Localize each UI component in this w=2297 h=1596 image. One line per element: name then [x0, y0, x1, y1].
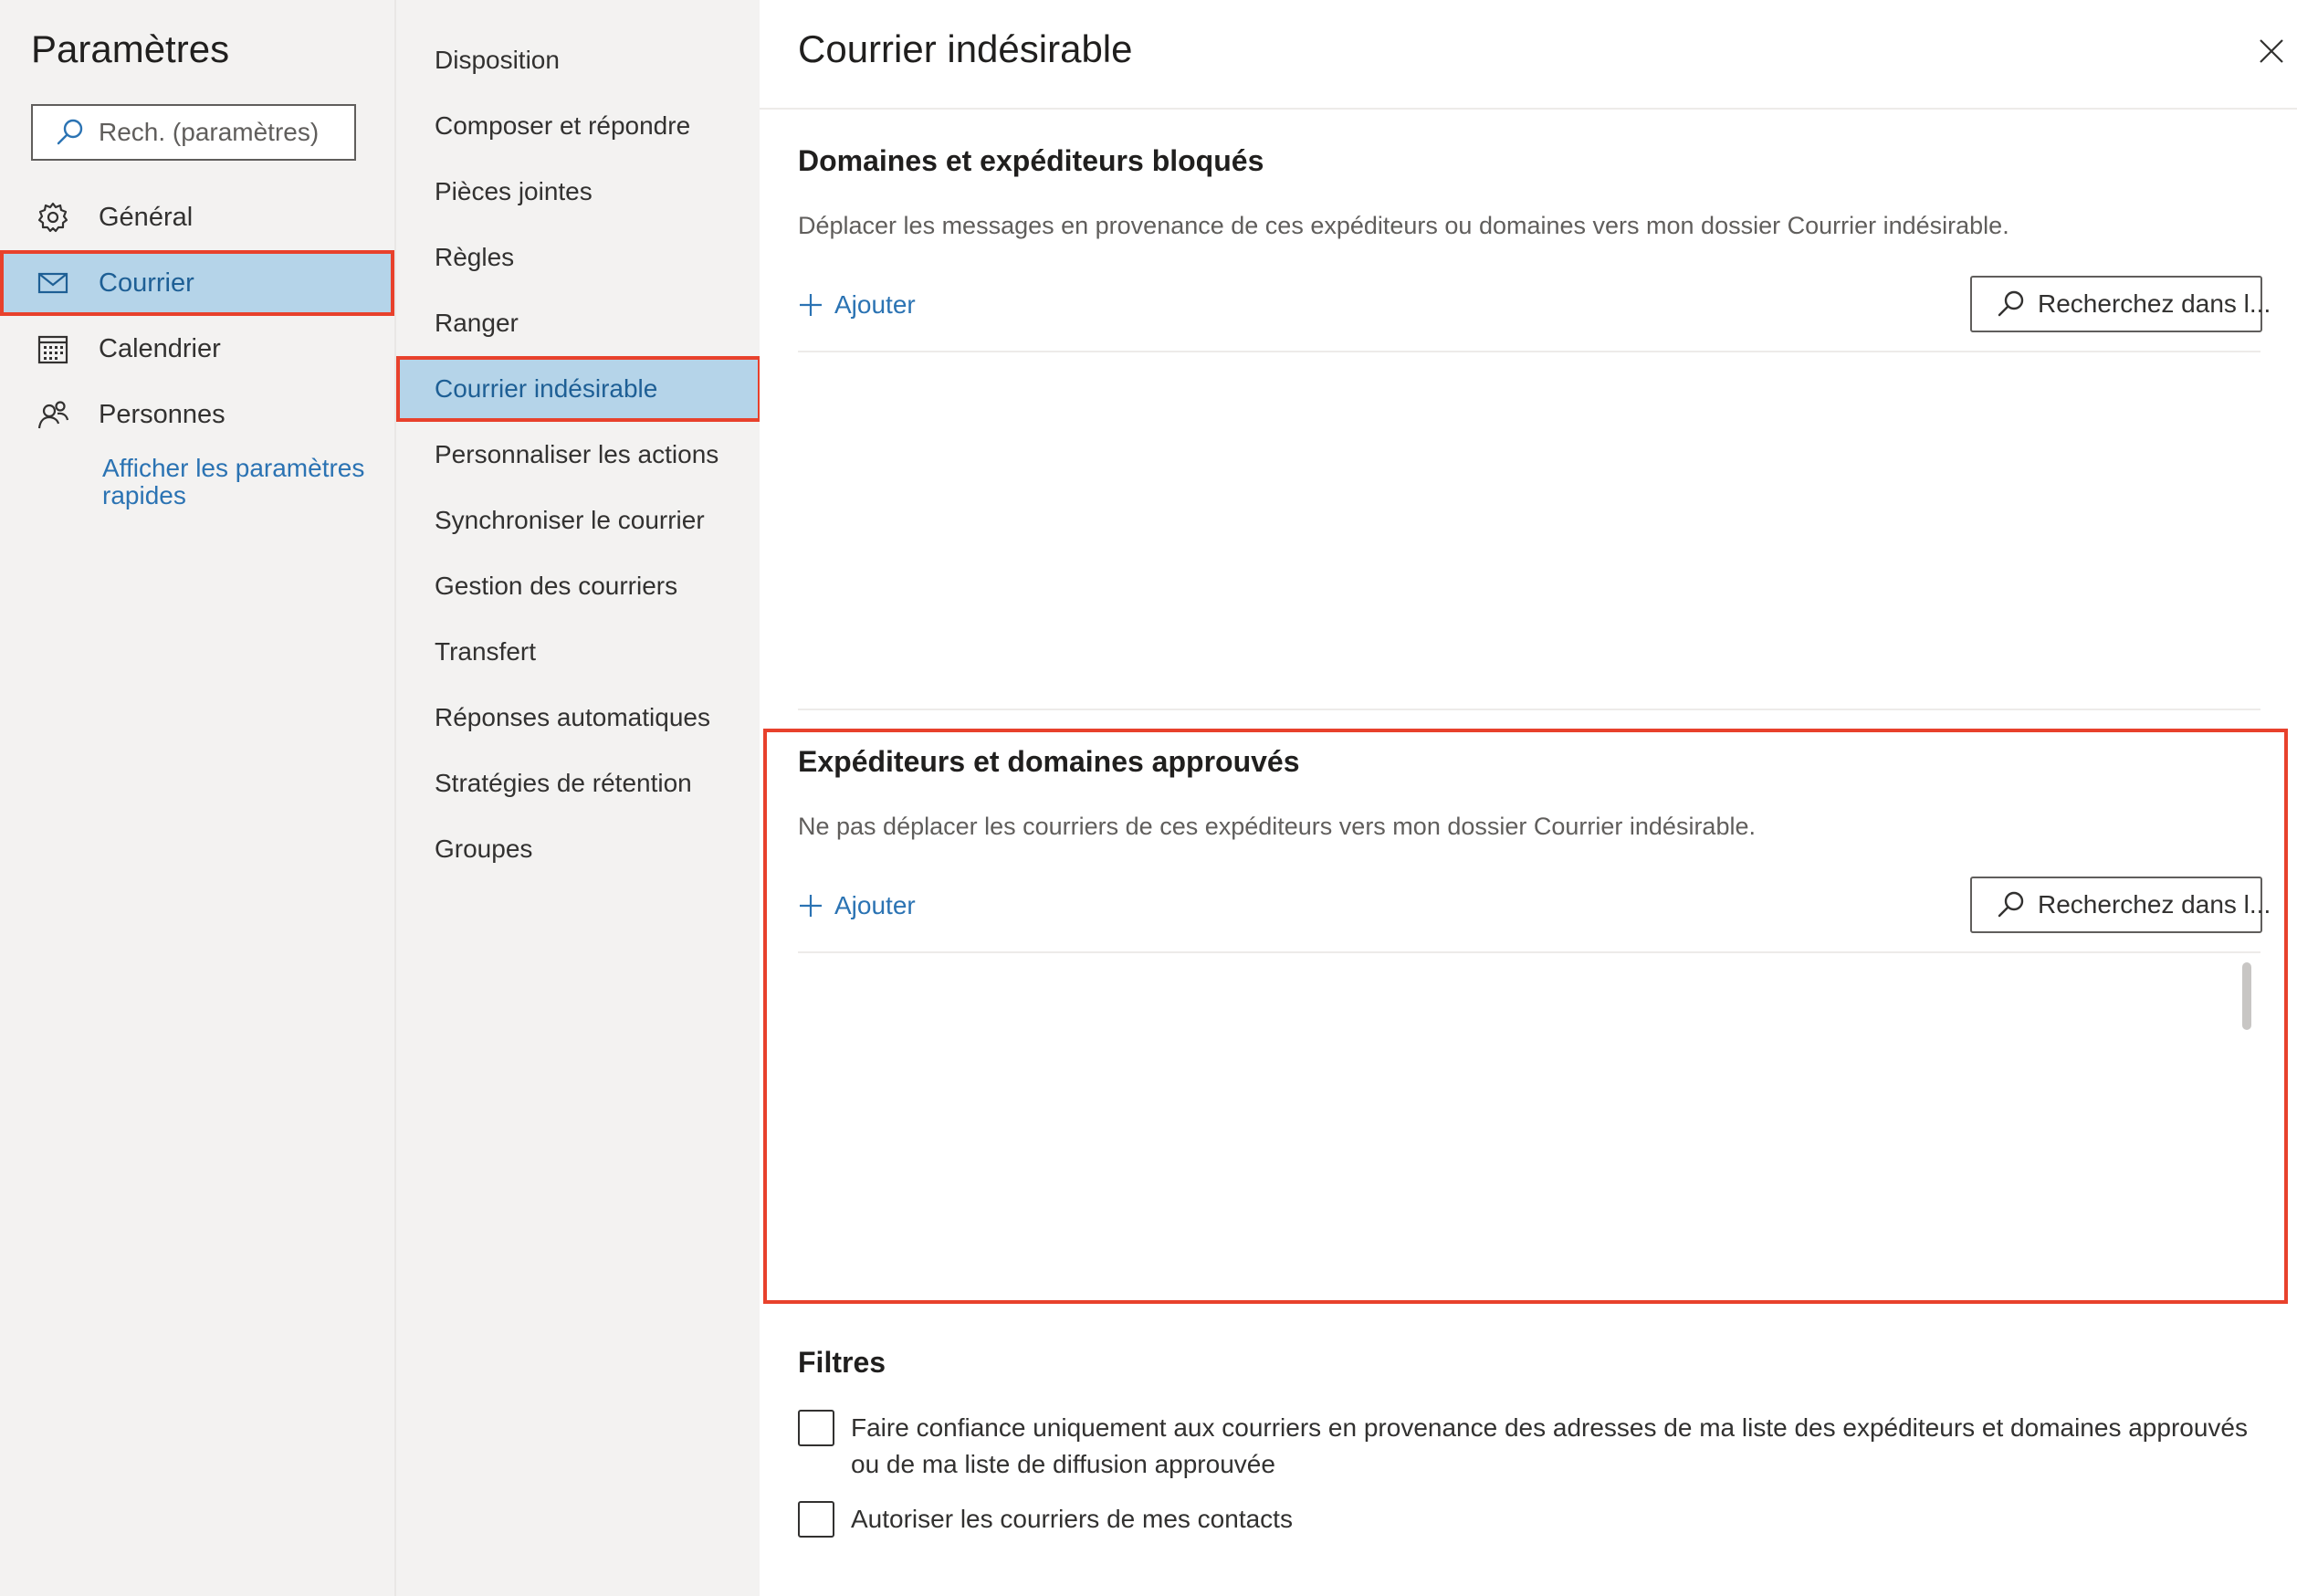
quick-settings-link[interactable]: Afficher les paramètres rapides [102, 455, 376, 509]
subnav-item-retention-policies[interactable]: Stratégies de rétention [396, 751, 761, 816]
add-safe-sender-button[interactable]: Ajouter [798, 886, 916, 926]
filter-option-safe-only[interactable]: Faire confiance uniquement aux courriers… [798, 1410, 2275, 1483]
subnav-item-groups[interactable]: Groupes [396, 816, 761, 882]
settings-search-input[interactable]: Rech. (paramètres) [31, 104, 356, 161]
list-item[interactable] [798, 1070, 2262, 1127]
add-button-label: Ajouter [834, 891, 916, 919]
sidebar-item-label: Personnes [99, 399, 226, 429]
subnav-item-forwarding[interactable]: Transfert [396, 619, 761, 685]
junk-email-panel: Courrier indésirable Domaines et expédit… [760, 0, 2297, 1596]
gear-icon [37, 202, 68, 233]
calendar-icon [37, 335, 68, 364]
blocked-list-search-input[interactable]: Recherchez dans l... [1970, 276, 2271, 332]
list-item[interactable] [798, 526, 2262, 583]
subnav-item-sync-email[interactable]: Synchroniser le courrier [396, 488, 761, 553]
subnav-item-rules[interactable]: Règles [396, 225, 761, 290]
safe-senders-description: Ne pas déplacer les courriers de ces exp… [798, 813, 1756, 840]
mail-settings-subnav: Disposition Composer et répondre Pièces … [394, 0, 761, 1596]
subnav-item-attachments[interactable]: Pièces jointes [396, 159, 761, 225]
list-item[interactable] [798, 356, 2262, 413]
search-icon [57, 119, 83, 145]
plus-icon [800, 895, 822, 917]
contacts-checkbox[interactable] [798, 1501, 834, 1538]
list-item[interactable] [798, 957, 2262, 1013]
plus-icon [800, 294, 822, 316]
mail-icon [37, 272, 68, 294]
list-item[interactable] [798, 413, 2262, 469]
add-blocked-sender-button[interactable]: Ajouter [798, 285, 916, 325]
subnav-item-layout[interactable]: Disposition [396, 27, 761, 93]
sidebar-item-calendar[interactable]: Calendrier [0, 316, 394, 382]
blocked-list-divider [798, 351, 2260, 352]
safe-list-search-input[interactable]: Recherchez dans l... [1970, 877, 2271, 933]
safe-list-scrollbar[interactable] [2242, 962, 2251, 1030]
sidebar-item-people[interactable]: Personnes [0, 382, 394, 447]
safe-search-placeholder: Recherchez dans l... [2038, 890, 2271, 919]
blocked-list-bottom-divider [798, 709, 2260, 710]
sidebar-item-label: Courrier [99, 268, 194, 298]
people-icon [37, 401, 69, 429]
subnav-item-junk-email[interactable]: Courrier indésirable [396, 356, 761, 422]
safe-only-checkbox[interactable] [798, 1410, 834, 1446]
safe-senders-list[interactable] [798, 957, 2262, 1286]
filters-title: Filtres [798, 1346, 886, 1379]
settings-title: Paramètres [31, 27, 230, 70]
subnav-item-automatic-replies[interactable]: Réponses automatiques [396, 685, 761, 751]
blocked-senders-description: Déplacer les messages en provenance de c… [798, 212, 2009, 239]
search-icon [1998, 891, 2024, 918]
list-item[interactable] [798, 1127, 2262, 1183]
header-divider [760, 108, 2297, 110]
blocked-senders-list[interactable] [798, 356, 2262, 703]
sidebar-item-label: Calendrier [99, 333, 221, 363]
subnav-item-customize-actions[interactable]: Personnaliser les actions [396, 422, 761, 488]
sidebar-item-general[interactable]: Général [0, 184, 394, 250]
subnav-item-sweep[interactable]: Ranger [396, 290, 761, 356]
panel-title: Courrier indésirable [798, 27, 1133, 70]
filter-option-label: Autoriser les courriers de mes contacts [851, 1505, 1293, 1533]
blocked-senders-title: Domaines et expéditeurs bloqués [798, 144, 1264, 177]
settings-sidebar: Paramètres Rech. (paramètres) Général Co… [0, 0, 394, 1596]
safe-senders-title: Expéditeurs et domaines approuvés [798, 745, 1300, 778]
sidebar-item-mail[interactable]: Courrier [0, 250, 394, 316]
blocked-search-placeholder: Recherchez dans l... [2038, 289, 2271, 318]
filter-option-label: Faire confiance uniquement aux courriers… [851, 1413, 2248, 1478]
safe-list-divider [798, 951, 2260, 953]
search-icon [1998, 290, 2024, 317]
subnav-item-message-handling[interactable]: Gestion des courriers [396, 553, 761, 619]
subnav-item-compose[interactable]: Composer et répondre [396, 93, 761, 159]
list-item[interactable] [798, 469, 2262, 526]
close-icon[interactable] [2257, 37, 2286, 66]
sidebar-item-label: Général [99, 202, 194, 232]
settings-search-placeholder: Rech. (paramètres) [99, 118, 320, 146]
filter-option-contacts[interactable]: Autoriser les courriers de mes contacts [798, 1501, 2275, 1538]
add-button-label: Ajouter [834, 290, 916, 319]
list-item[interactable] [798, 1013, 2262, 1070]
